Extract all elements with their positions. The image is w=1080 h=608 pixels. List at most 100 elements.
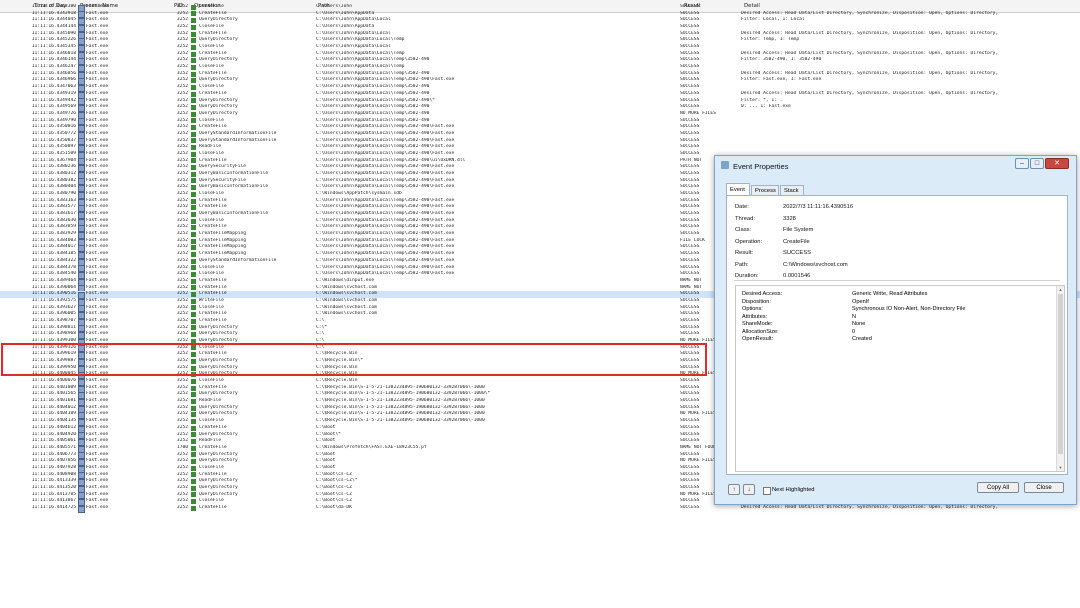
path-cell: C:\Users\John\AppData\Local\Temp\3582-49… [316,177,455,183]
table-row[interactable]: 11:11:16.4346966 Fast.exe 3252 QueryDirecto… [0,77,1080,86]
table-row[interactable]: 11:11:16.4345226 Fast.exe 3252 QueryDirecto… [0,37,1080,46]
time-cell: 11:11:16.4398707 [31,317,76,323]
table-row[interactable]: 11:11:16.4344045 Fast.exe 3252 QueryDirecto… [0,17,1080,26]
operation-cell: ReadFile [199,398,222,404]
result-cell: SUCCESS [680,44,700,50]
operation-cell: QueryDirectory [199,97,238,103]
table-row[interactable]: 11:11:16.4349726 Fast.exe 3252 QueryDirecto… [0,111,1080,119]
time-cell: 11:11:16.4384322 [31,257,76,263]
table-row[interactable]: 11:11:16.4350772 Fast.exe 3252 QueryStandar… [0,131,1080,139]
path-cell: C:\Users\John\AppData\Local\Temp\3582-49… [316,264,455,270]
table-row[interactable]: 11:11:16.4345090 Fast.exe 3252 CreateFile C:… [0,30,1080,39]
filesystem-icon [191,332,196,338]
operation-cell: CreateFileMapping [199,251,247,257]
table-row[interactable]: 11:11:16.4349790 Fast.exe 3252 CloseFile C:\… [0,117,1080,126]
up-arrow-button[interactable]: ↑ [728,484,740,495]
table-row[interactable]: 11:11:16.4346856 Fast.exe 3252 CreateFile C:… [0,71,1080,79]
detail-list[interactable]: Desired Access: Generic Write, Read Attri… [735,285,1065,472]
table-row[interactable]: 11:11:16.4349442 Fast.exe 3252 QueryDirecto… [0,97,1080,106]
path-cell: C:\Windows\svchost.com [316,297,377,303]
pid-cell: 3252 [176,77,188,83]
detail-label: Desired Access: [742,291,783,297]
table-row[interactable]: 11:11:16.4346018 Fast.exe 3252 CreateFile C:… [0,50,1080,59]
process-cell: Fast.exe [86,277,109,283]
process-cell: Fast.exe [86,418,109,424]
operation-cell: WriteFile [199,297,224,303]
operation-cell: CloseFile [199,84,224,90]
scroll-thumb[interactable] [1058,294,1063,454]
operation-cell: CloseFile [199,304,224,310]
property-value: 2022/7/3 11:11:16.4390516 [783,204,854,210]
table-row[interactable]: 11:11:16.4349319 Fast.exe 3252 CreateFile C:… [0,91,1080,99]
table-row[interactable]: 11:11:16.4350016 Fast.exe 3252 CreateFile C:… [0,124,1080,133]
process-cell: Fast.exe [86,451,109,457]
table-row[interactable]: 11:11:16.4347063 Fast.exe 3252 CloseFile C:\… [0,84,1080,92]
table-row[interactable]: 11:11:16.4350837 Fast.exe 3252 QueryStandar… [0,137,1080,146]
table-row[interactable]: 11:11:16.4349569 Fast.exe 3252 QueryDirecto… [0,104,1080,112]
path-cell: C:\Windows\svchost.com [316,311,377,317]
filesystem-icon [191,251,196,257]
pid-cell: 3252 [176,478,188,484]
pid-cell: 3252 [176,404,188,410]
close-button[interactable]: Close [1024,482,1064,493]
filesystem-icon [191,378,196,384]
filesystem-icon [191,265,196,271]
pid-cell: 3252 [176,384,188,390]
pid-cell: 3252 [176,244,188,250]
time-cell: 11:11:16.4401565 [31,391,76,397]
detail-scrollbar[interactable]: ▲ ▼ [1056,286,1064,471]
time-cell: 11:11:16.4398968 [31,331,76,337]
copy-all-button[interactable]: Copy All [977,482,1019,493]
pid-cell: 3252 [176,424,188,430]
minimize-button[interactable]: – [1015,158,1029,169]
next-highlighted-checkbox[interactable] [763,487,771,495]
table-row[interactable]: 11:11:16.4343918 Fast.exe 3252 CreateFile C:… [0,10,1080,19]
filesystem-icon [191,171,196,177]
table-row[interactable]: 11:11:16.4346247 Fast.exe 3252 CloseFile C:\… [0,64,1080,72]
path-cell: C:\ [316,317,325,323]
time-cell: 11:11:16.4390064 [31,284,76,290]
path-cell: C:\Users\John\AppData [316,10,375,16]
table-row[interactable]: 11:11:16.4345345 Fast.exe 3252 CloseFile C:\… [0,44,1080,52]
down-arrow-button[interactable]: ↓ [743,484,755,495]
time-cell: 11:11:16.4346144 [31,57,76,63]
result-cell: SUCCESS [680,97,700,103]
table-row[interactable]: 11:11:16.4414725 Fast.exe 3252 CreateFile C:… [0,505,1080,513]
table-row[interactable]: 11:11:16.4344144 Fast.exe 3252 CloseFile C:\… [0,24,1080,32]
scroll-up-icon[interactable]: ▲ [1058,287,1063,292]
path-cell: C:\Users\John\AppData\Local\Temp\3582-49… [316,117,430,123]
result-cell: SUCCESS [680,137,700,143]
detail-value: Synchronous IO Non-Alert, Non-Directory … [852,306,966,312]
time-cell: 11:11:16.4345226 [31,37,76,43]
operation-cell: CreateFile [199,204,227,210]
property-label: Date: [735,204,749,210]
scroll-down-icon[interactable]: ▼ [1058,465,1063,470]
pid-cell: 3252 [176,64,188,70]
table-row[interactable]: 11:11:16.4350897 Fast.exe 3252 ReadFile C:\U… [0,144,1080,153]
filesystem-icon [191,24,196,30]
filesystem-icon [191,71,196,77]
pid-cell: 3252 [176,124,188,130]
tab-event[interactable]: Event [726,183,750,195]
maximize-button[interactable]: □ [1030,158,1044,169]
operation-cell: QueryStandardInformationFile [199,137,277,143]
result-cell: SUCCESS [680,505,700,510]
tab-process[interactable]: Process [751,185,779,195]
path-cell: C:\Users\John\AppData\Local\Temp\3582-49… [316,164,455,170]
tab-stack[interactable]: Stack [780,185,804,195]
path-cell: C:\Users\John\AppData\Local\Temp\3582-49… [316,204,455,210]
path-cell: C:\Windows\Prefetch\FAST.EXE-18923C55.pf [316,444,427,450]
operation-cell: QueryDirectory [199,458,238,464]
filesystem-icon [191,18,196,24]
operation-cell: QueryBasicInformationFile [199,211,269,217]
operation-cell: CreateFile [199,277,227,283]
table-row[interactable]: 11:11:16.4346144 Fast.exe 3252 QueryDirecto… [0,57,1080,66]
result-cell: SUCCESS [680,84,700,90]
detail-cell: Desired Access: Read Data/List Directory… [741,50,999,56]
time-cell: 11:11:16.4350897 [31,144,76,150]
time-cell: 11:11:16.4344144 [31,24,76,30]
table-row[interactable]: 11:11:16.4343380 Fast.exe 3252 CloseFile C:\… [0,4,1080,12]
filesystem-icon [191,271,196,277]
time-cell: 11:11:16.4345090 [31,30,76,36]
close-window-button[interactable]: ✕ [1045,158,1069,169]
